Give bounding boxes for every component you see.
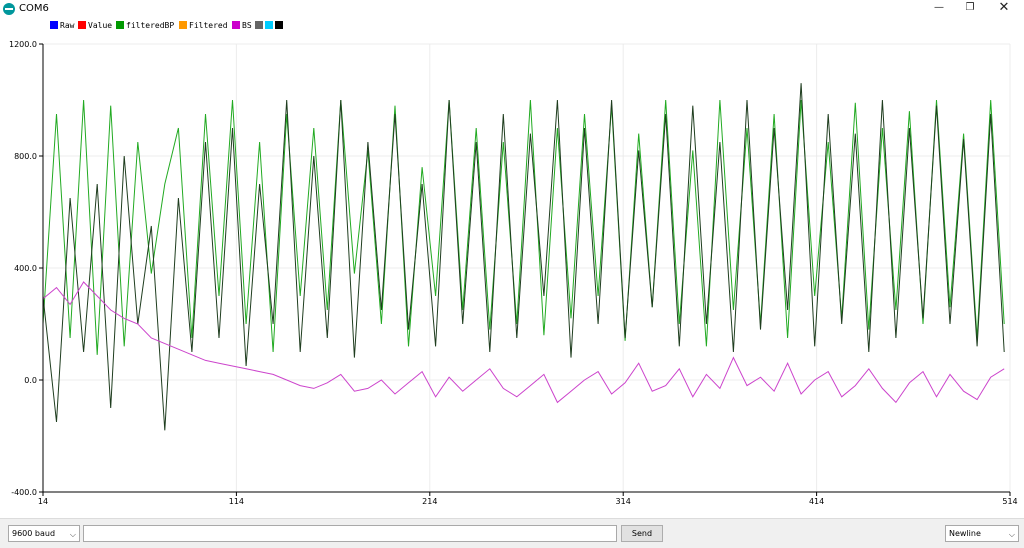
y-tick-label: 800.0	[14, 152, 37, 161]
legend: Raw Value filteredBP Filtered BS	[50, 21, 283, 30]
chevron-down-icon: ⌵	[1008, 530, 1015, 539]
arduino-logo-icon	[3, 3, 15, 15]
legend-swatch	[50, 21, 58, 29]
legend-swatch	[179, 21, 187, 29]
x-tick-label: 514	[1002, 497, 1017, 506]
window-title: COM6	[19, 3, 49, 14]
legend-label: BS	[242, 21, 252, 30]
plot-area: -400.0 0.0 400.0 800.0 1200.0 14 114 214 314 414 5…	[9, 21, 1018, 506]
x-tick-label: 214	[422, 497, 437, 506]
x-tick-label: 414	[809, 497, 824, 506]
close-button[interactable]: ✕	[987, 0, 1021, 16]
y-tick-label: -400.0	[11, 488, 37, 497]
legend-label: Value	[88, 21, 112, 30]
series-line-0	[42, 99, 1005, 355]
y-tick-label: 1200.0	[9, 40, 37, 49]
title-bar: COM6 — ❐ ✕	[0, 0, 1024, 18]
legend-swatch	[116, 21, 124, 29]
legend-swatch	[265, 21, 273, 29]
maximize-button[interactable]: ❐	[953, 0, 987, 16]
line-ending-select[interactable]: Newline ⌵	[945, 525, 1019, 542]
bottom-toolbar: 9600 baud ⌵ Send Newline ⌵	[0, 518, 1024, 548]
series-lines	[42, 83, 1005, 431]
legend-swatch	[232, 21, 240, 29]
baud-rate-value: 9600 baud	[12, 529, 56, 538]
y-tick-label: 400.0	[14, 264, 37, 273]
x-tick-label: 114	[229, 497, 244, 506]
legend-swatch	[275, 21, 283, 29]
x-tick-label: 14	[38, 497, 48, 506]
chevron-down-icon: ⌵	[69, 530, 76, 539]
send-input[interactable]	[83, 525, 617, 542]
minimize-button[interactable]: —	[922, 0, 956, 16]
legend-label: Filtered	[189, 21, 228, 30]
y-tick-label: 0.0	[24, 376, 37, 385]
legend-label: Raw	[60, 21, 75, 30]
send-button[interactable]: Send	[621, 525, 663, 542]
legend-swatch	[78, 21, 86, 29]
serial-plotter-window: COM6 — ❐ ✕ -400.0 0.0 400.0 800.0 1200.0 14 11…	[0, 0, 1024, 548]
baud-rate-select[interactable]: 9600 baud ⌵	[8, 525, 80, 542]
legend-swatch	[255, 21, 263, 29]
line-ending-value: Newline	[949, 529, 981, 538]
x-tick-label: 314	[616, 497, 631, 506]
legend-label: filteredBP	[126, 21, 174, 30]
